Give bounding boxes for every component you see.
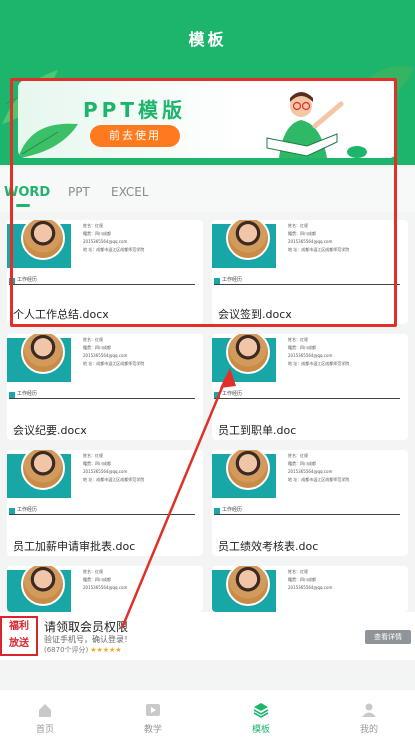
template-page: 模板 PPT模版 前去使用 WORD PPT EXCEL 姓名：红规 籍贯：四川… — [0, 0, 415, 743]
template-card[interactable]: 姓名：红规 籍贯：四川成都 2015365564@qq.com 地 址：成都市温… — [7, 334, 203, 440]
ad-rating: (6870个评分) ★★★★★ — [44, 646, 122, 654]
template-name: 员工加薪申请审批表.doc — [13, 540, 136, 553]
user-icon — [362, 703, 376, 717]
template-thumbnail: 姓名：红规 籍贯：四川成都 2015365564@qq.com 地 址：成都市温… — [7, 450, 203, 530]
template-name: 个人工作总结.docx — [13, 308, 109, 321]
nav-mine[interactable]: 我的 — [329, 702, 409, 735]
resume-info: 姓名：红规 籍贯：四川成都 2015365564@qq.com 地 址：成都市温… — [83, 337, 145, 366]
template-thumbnail: 姓名：红规 籍贯：四川成都 2015365564@qq.com 地 址：成都市温… — [212, 220, 408, 300]
promo-banner[interactable]: PPT模版 前去使用 — [18, 80, 397, 158]
template-card[interactable]: 姓名：红规 籍贯：四川成都 2015365564@qq.com 地 址：成都市温… — [212, 220, 408, 324]
resume-info: 姓名：红规 籍贯：四川成都 2015365564@qq.com — [288, 569, 333, 590]
template-thumbnail: 姓名：红规 籍贯：四川成都 2015365564@qq.com 地 址：成都市温… — [7, 334, 203, 414]
resume-info: 姓名：红规 籍贯：四川成都 2015365564@qq.com 地 址：成都市温… — [288, 223, 350, 252]
template-card[interactable]: 姓名：红规 籍贯：四川成都 2015365564@qq.com 地 址：成都市温… — [212, 450, 408, 556]
template-card[interactable]: 姓名：红规 籍贯：四川成都 2015365564@qq.com — [7, 566, 203, 612]
play-icon — [146, 704, 160, 716]
ad-subtitle: 验证手机号，确认登录！ — [44, 635, 132, 644]
page-title: 模板 — [188, 30, 227, 49]
template-thumbnail: 姓名：红规 籍贯：四川成都 2015365564@qq.com 地 址：成都市温… — [212, 450, 408, 530]
resume-info: 姓名：红规 籍贯：四川成都 2015365564@qq.com 地 址：成都市温… — [83, 453, 145, 482]
resume-info: 姓名：红规 籍贯：四川成都 2015365564@qq.com 地 址：成都市温… — [288, 453, 350, 482]
tab-excel[interactable]: EXCEL — [111, 185, 149, 199]
template-card[interactable]: 姓名：红规 籍贯：四川成都 2015365564@qq.com 地 址：成都市温… — [7, 220, 203, 324]
banner-title: PPT模版 — [83, 98, 186, 122]
ad-banner[interactable]: 福利 放送 请领取会员权限 验证手机号，确认登录！ (6870个评分) ★★★★★ — [0, 612, 415, 660]
template-name: 会议纪要.docx — [13, 424, 87, 437]
template-thumbnail: 姓名：红规 籍贯：四川成都 2015365564@qq.com — [212, 566, 408, 612]
template-thumbnail: 姓名：红规 籍贯：四川成都 2015365564@qq.com 地 址：成都市温… — [212, 334, 408, 414]
nav-home[interactable]: 首页 — [5, 702, 85, 735]
nav-templates[interactable]: 模板 — [221, 702, 301, 735]
template-name: 员工绩效考核表.doc — [218, 540, 319, 553]
tab-word[interactable]: WORD — [4, 185, 50, 200]
template-name: 会议签到.docx — [218, 308, 292, 321]
home-icon — [39, 704, 51, 717]
layers-icon — [253, 703, 269, 718]
template-card[interactable]: 姓名：红规 籍贯：四川成都 2015365564@qq.com 地 址：成都市温… — [7, 450, 203, 556]
ad-welfare-icon: 福利 放送 — [0, 616, 38, 656]
ad-details-button[interactable]: 查看详情 — [365, 630, 411, 644]
template-card[interactable]: 姓名：红规 籍贯：四川成都 2015365564@qq.com 地 址：成都市温… — [212, 334, 408, 440]
nav-teaching[interactable]: 教学 — [113, 702, 193, 735]
template-thumbnail: 姓名：红规 籍贯：四川成都 2015365564@qq.com 地 址：成都市温… — [7, 220, 203, 300]
palm-leaf-icon — [18, 123, 78, 158]
reading-person-illustration-icon — [266, 92, 367, 158]
star-icon: ★★★★★ — [90, 646, 122, 654]
resume-info: 姓名：红规 籍贯：四川成都 2015365564@qq.com 地 址：成都市温… — [288, 337, 350, 366]
template-card[interactable]: 姓名：红规 籍贯：四川成都 2015365564@qq.com — [212, 566, 408, 612]
bottom-tabbar: 首页 教学 模板 我的 — [0, 690, 415, 743]
doc-type-tabs: WORD PPT EXCEL — [0, 168, 415, 212]
template-thumbnail: 姓名：红规 籍贯：四川成都 2015365564@qq.com — [7, 566, 203, 612]
template-name: 员工到职单.doc — [218, 424, 297, 437]
active-tab-indicator — [16, 204, 30, 207]
resume-info: 姓名：红规 籍贯：四川成都 2015365564@qq.com — [83, 569, 128, 590]
resume-info: 姓名：红规 籍贯：四川成都 2015365564@qq.com 地 址：成都市温… — [83, 223, 145, 252]
tab-ppt[interactable]: PPT — [68, 185, 90, 199]
ad-title: 请领取会员权限 — [44, 620, 129, 634]
banner-use-button[interactable]: 前去使用 — [90, 125, 180, 147]
